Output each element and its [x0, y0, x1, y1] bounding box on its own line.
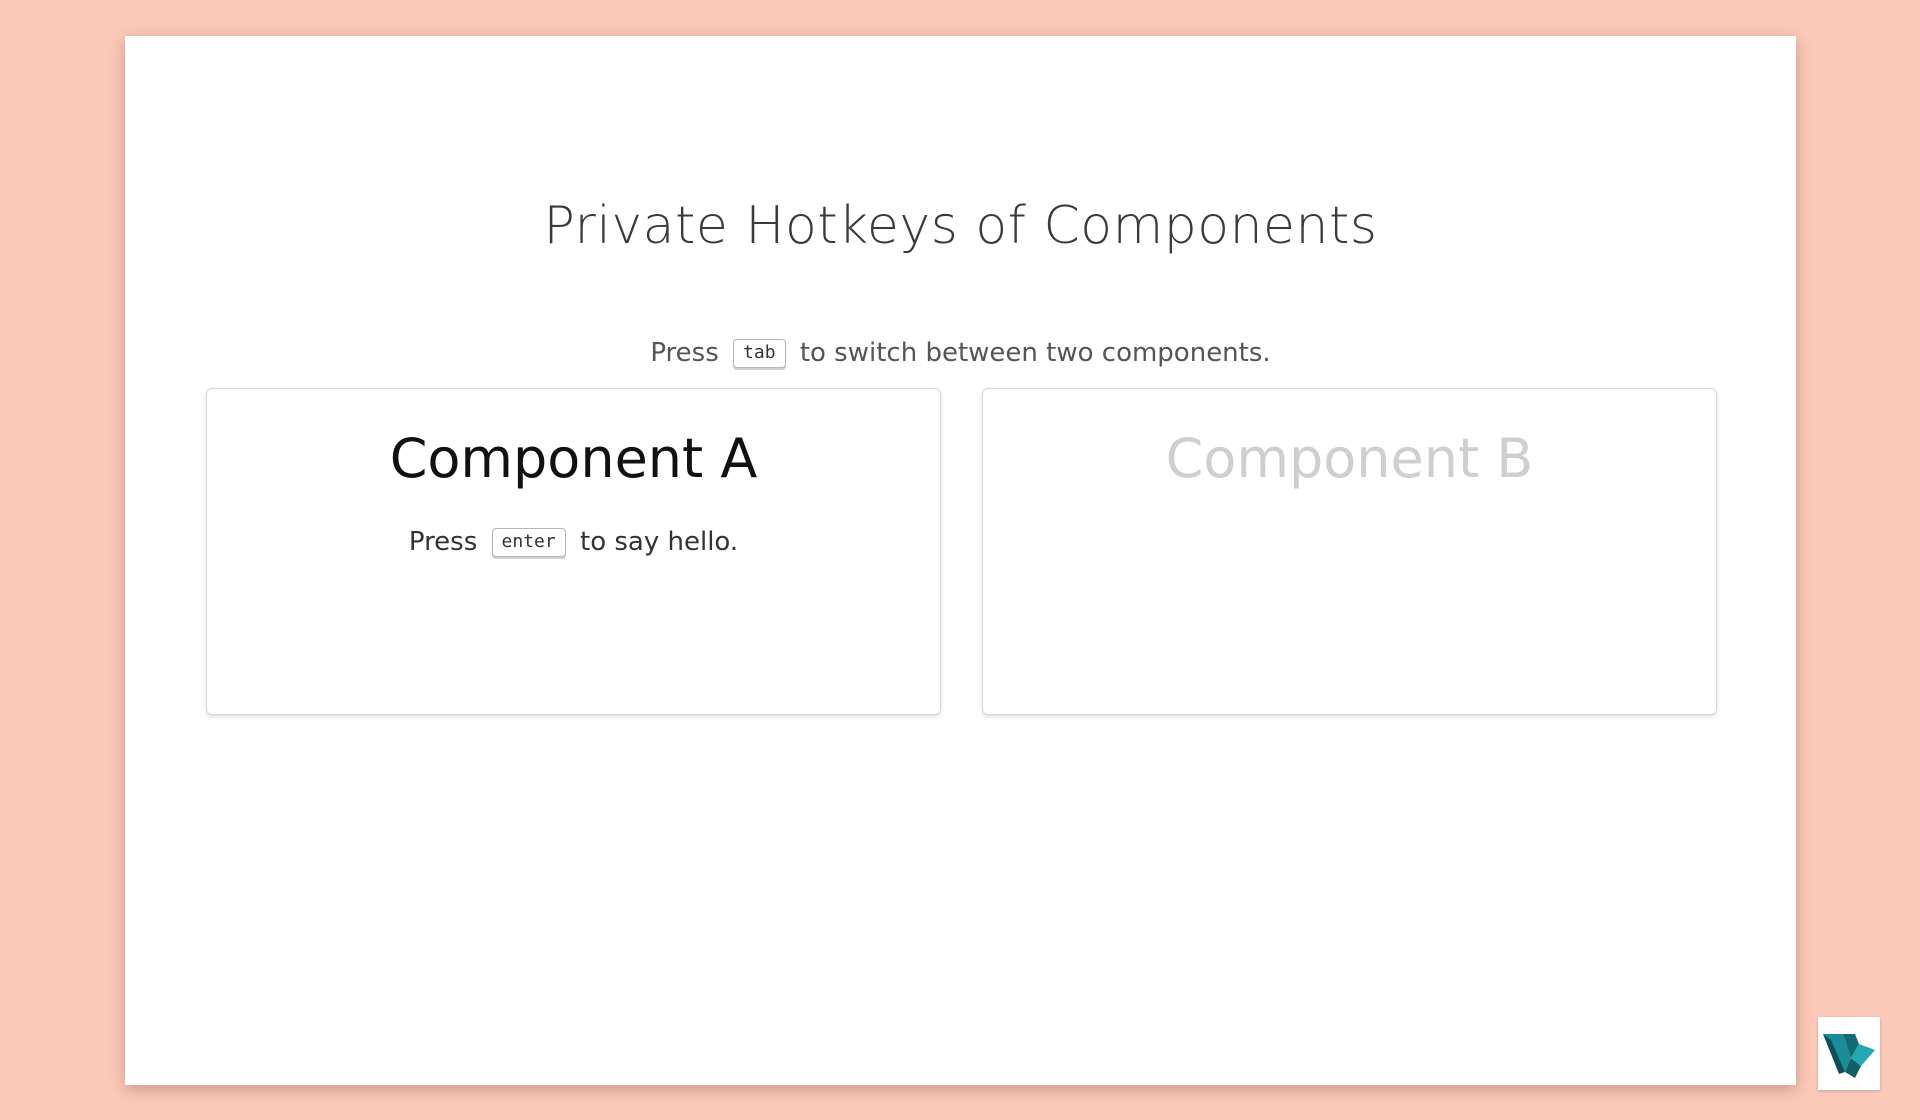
component-a-prefix: Press — [408, 527, 478, 557]
instructions-prefix: Press — [650, 338, 719, 368]
brand-logo-icon — [1818, 1017, 1880, 1090]
component-a-title: Component A — [389, 427, 758, 490]
component-a-instructions: Press enter to say hello. — [207, 527, 940, 560]
component-b-panel[interactable]: Component B — [982, 388, 1717, 715]
component-a-suffix: to say hello. — [580, 527, 739, 557]
instructions: Press tab to switch between two componen… — [125, 338, 1796, 371]
tab-key-hint: tab — [733, 339, 786, 368]
page-title: Private Hotkeys of Components — [543, 196, 1378, 256]
enter-key-hint: enter — [491, 528, 566, 557]
instructions-suffix: to switch between two components. — [799, 338, 1271, 368]
component-b-title: Component B — [1165, 427, 1534, 490]
app-window: Private Hotkeys of Components Press tab … — [125, 36, 1796, 1085]
component-a-panel[interactable]: Component A Press enter to say hello. — [206, 388, 941, 715]
